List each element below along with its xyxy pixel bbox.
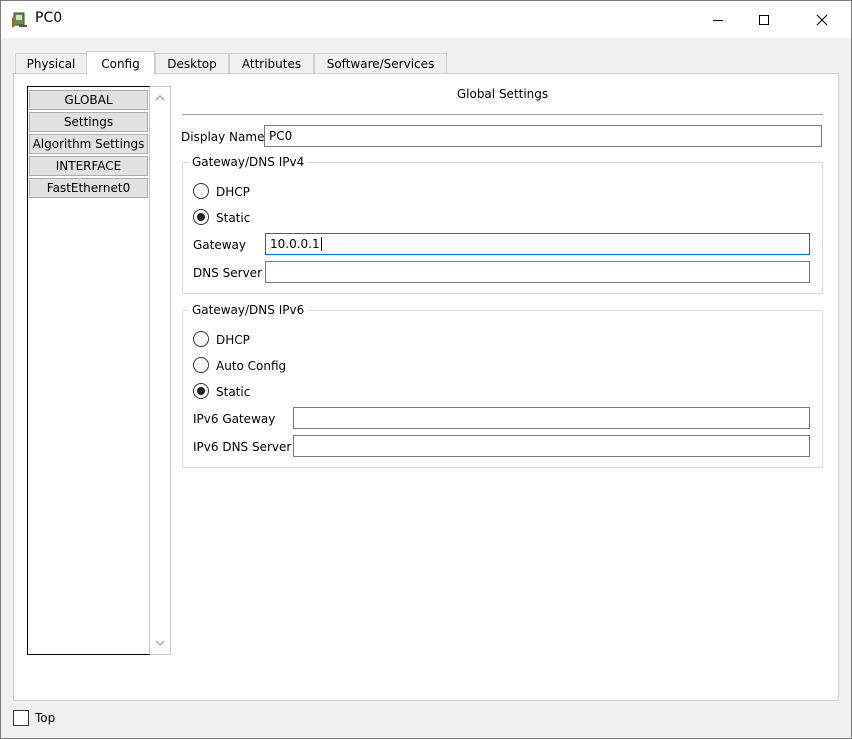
tab-attributes[interactable]: Attributes <box>229 53 314 74</box>
tab-config[interactable]: Config <box>86 51 155 75</box>
ipv6-auto-config-label: Auto Config <box>216 359 287 373</box>
ipv6-dns-input[interactable] <box>293 435 810 457</box>
sidebar-item-fastethernet0[interactable]: FastEthernet0 <box>29 178 148 198</box>
ipv6-static-label: Static <box>216 385 251 399</box>
ipv6-dns-label: IPv6 DNS Server <box>193 440 292 454</box>
sidebar-item-settings[interactable]: Settings <box>29 112 148 132</box>
top-checkbox-label: Top <box>35 711 56 725</box>
display-name-label: Display Name <box>181 130 265 144</box>
window-title: PC0 <box>35 10 63 26</box>
sidebar-scrollbar[interactable] <box>150 86 171 655</box>
ipv4-gateway-label: Gateway <box>193 238 247 252</box>
sidebar-item-global[interactable]: GLOBAL <box>29 90 148 110</box>
ipv4-dhcp-label: DHCP <box>216 185 250 199</box>
ipv4-static-label: Static <box>216 211 251 225</box>
section-title: Global Settings <box>456 87 549 101</box>
ipv6-auto-config-radio[interactable] <box>193 357 209 373</box>
maximize-icon <box>759 14 769 25</box>
tab-software-services[interactable]: Software/Services <box>314 53 447 74</box>
ipv6-dhcp-radio[interactable] <box>193 331 209 347</box>
ipv4-group-legend: Gateway/DNS IPv4 <box>189 155 308 169</box>
scroll-down-icon[interactable] <box>155 638 165 648</box>
ipv6-gateway-label: IPv6 Gateway <box>193 412 276 426</box>
maximize-button[interactable] <box>741 1 787 38</box>
minimize-button[interactable] <box>695 1 741 38</box>
app-window: PC0 Physical Config Desktop Attributes S… <box>0 0 852 739</box>
text-caret <box>320 237 322 251</box>
minimize-icon <box>713 19 723 21</box>
ipv6-gateway-input[interactable] <box>293 407 810 429</box>
ipv4-dns-input[interactable] <box>265 261 810 283</box>
sidebar-item-interface[interactable]: INTERFACE <box>29 156 148 176</box>
ipv4-dns-label: DNS Server <box>193 266 262 280</box>
pc-app-icon <box>12 12 27 28</box>
title-bar: PC0 <box>1 1 851 38</box>
display-name-input[interactable]: PC0 <box>264 125 822 147</box>
tab-physical[interactable]: Physical <box>15 53 87 74</box>
top-checkbox[interactable] <box>13 710 29 726</box>
section-divider <box>182 114 823 115</box>
ipv4-dhcp-radio[interactable] <box>193 183 209 199</box>
config-panel: GLOBAL Settings Algorithm Settings INTER… <box>13 73 839 701</box>
ipv4-static-radio[interactable] <box>193 209 209 225</box>
close-button[interactable] <box>799 1 845 38</box>
ipv4-gateway-input[interactable]: 10.0.0.1 <box>265 233 810 255</box>
ipv6-static-radio[interactable] <box>193 383 209 399</box>
close-icon <box>816 14 828 25</box>
config-sidebar-list: GLOBAL Settings Algorithm Settings INTER… <box>27 86 150 655</box>
ipv4-gateway-value: 10.0.0.1 <box>270 237 320 251</box>
scroll-up-icon[interactable] <box>155 93 165 103</box>
ipv6-group-legend: Gateway/DNS IPv6 <box>189 303 308 317</box>
tab-desktop[interactable]: Desktop <box>155 53 229 74</box>
ipv6-dhcp-label: DHCP <box>216 333 250 347</box>
sidebar-item-algorithm-settings[interactable]: Algorithm Settings <box>29 134 148 154</box>
